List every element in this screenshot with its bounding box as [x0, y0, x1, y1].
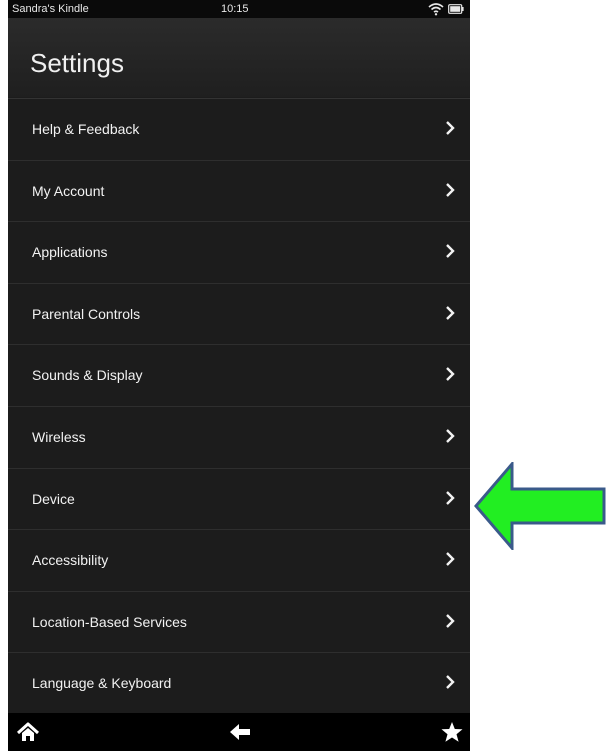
page-title: Settings [30, 48, 124, 78]
chevron-right-icon [446, 552, 455, 567]
settings-item-wireless[interactable]: Wireless [8, 405, 470, 468]
settings-item-label: Sounds & Display [32, 367, 143, 384]
settings-item-label: Device [32, 490, 75, 507]
status-bar: Sandra's Kindle 10:15 [8, 0, 470, 18]
settings-item-parental-controls[interactable]: Parental Controls [8, 282, 470, 345]
settings-list: Help & Feedback My Account Applications … [8, 98, 470, 714]
chevron-right-icon [446, 490, 455, 505]
star-icon[interactable] [440, 721, 464, 743]
settings-item-accessibility[interactable]: Accessibility [8, 529, 470, 591]
settings-item-label: Location-Based Services [32, 613, 187, 630]
settings-item-label: Help & Feedback [32, 121, 140, 137]
green-arrow-callout [474, 462, 606, 550]
settings-item-label: Language & Keyboard [32, 675, 172, 692]
settings-item-label: My Account [32, 182, 105, 199]
chevron-right-icon [446, 182, 455, 197]
settings-item-language-keyboard[interactable]: Language & Keyboard [8, 652, 470, 714]
chevron-right-icon [446, 675, 455, 690]
settings-header: Settings [8, 18, 470, 97]
chevron-right-icon [446, 367, 455, 382]
status-time: 10:15 [221, 3, 249, 15]
settings-item-help-feedback[interactable]: Help & Feedback [8, 98, 470, 160]
settings-item-sounds-display[interactable]: Sounds & Display [8, 344, 470, 406]
chevron-right-icon [446, 613, 455, 628]
settings-item-label: Applications [32, 244, 108, 261]
settings-item-applications[interactable]: Applications [8, 221, 470, 283]
settings-item-device[interactable]: Device [8, 467, 470, 530]
battery-icon [448, 4, 464, 14]
chevron-right-icon [446, 244, 455, 259]
bottom-nav-bar [8, 713, 470, 751]
chevron-right-icon [446, 305, 455, 320]
wifi-icon [428, 3, 444, 16]
settings-item-label: Accessibility [32, 552, 109, 569]
settings-item-label: Parental Controls [32, 305, 141, 322]
kindle-screen: Sandra's Kindle 10:15 Settings Help & Fe… [8, 0, 470, 751]
device-owner-name: Sandra's Kindle [12, 3, 89, 15]
chevron-right-icon [446, 429, 455, 443]
settings-item-location-based-services[interactable]: Location-Based Services [8, 590, 470, 653]
settings-item-my-account[interactable]: My Account [8, 159, 470, 222]
settings-item-label: Wireless [32, 428, 86, 445]
home-icon[interactable] [16, 721, 40, 743]
chevron-right-icon [446, 121, 455, 135]
back-arrow-icon[interactable] [228, 721, 252, 743]
